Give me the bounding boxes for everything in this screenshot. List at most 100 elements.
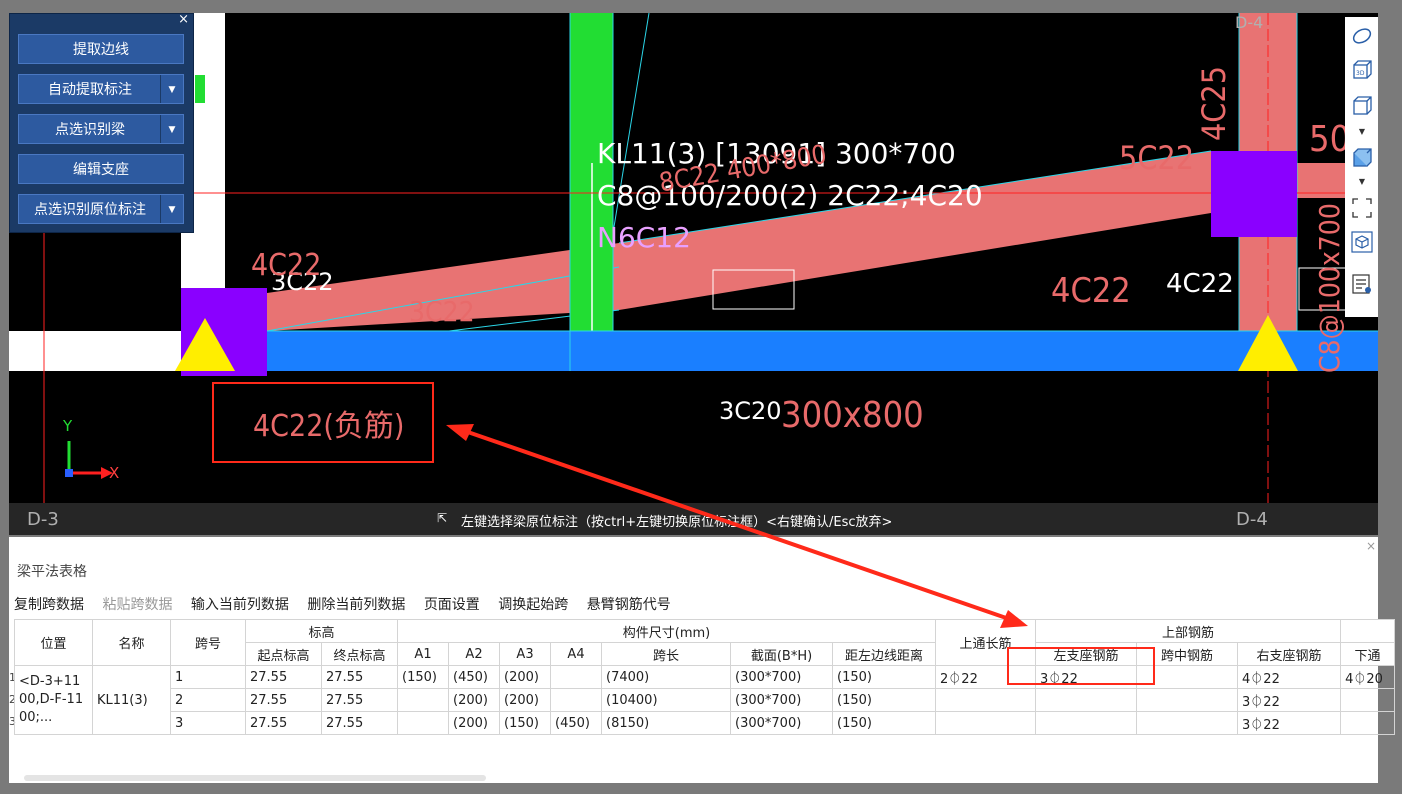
cantilever-rebar-code-button[interactable]: 悬臂钢筋代号 [587,597,671,613]
span-len-cell[interactable]: (7400) [601,665,732,689]
left-red-rebar: 4C22 [251,248,322,283]
chevron-down-icon[interactable]: ▼ [1351,121,1373,143]
extract-edge-button[interactable]: 提取边线 [18,34,184,64]
start-elev-cell[interactable]: 27.55 [245,688,322,712]
span-cell[interactable]: 3 [170,711,246,735]
fullscreen-icon[interactable] [1351,197,1373,219]
end-elev-cell[interactable]: 27.55 [320,711,399,735]
grid-label-d4-top: D-4 [1235,13,1264,32]
header-span-len: 跨长 [601,642,732,666]
cad-canvas[interactable]: KL11(3) [13091] 300*700 C8@100/200(2) 2C… [9,13,1378,535]
left-dist-cell[interactable]: (150) [832,665,937,689]
properties-icon[interactable] [1351,273,1373,295]
orbit-icon[interactable] [1351,25,1373,47]
chevron-down-icon[interactable]: ▼ [160,195,183,223]
a3-cell[interactable]: (150) [499,711,552,735]
pick-identify-beam-label: 点选识别梁 [55,122,125,138]
box-view-icon[interactable] [1351,95,1373,117]
table-row[interactable]: <D-3+1100,D-F-1100;... KL11(3) 1 27.55 2… [14,665,1396,735]
swap-start-span-button[interactable]: 调换起始跨 [498,597,568,613]
a4-cell[interactable] [550,665,603,689]
edit-support-label: 编辑支座 [73,162,129,178]
bottom-white-rebar: 3C20 [719,397,782,425]
mid-span-cell[interactable] [1136,711,1239,735]
end-elev-cell[interactable]: 27.55 [320,688,399,712]
3d-view-icon[interactable]: 3D [1351,59,1373,81]
header-name: 名称 [92,619,171,666]
highlight-rebar-label: 4C22(负筋) [253,409,405,444]
header-start-elev: 起点标高 [245,642,322,666]
chevron-down-icon[interactable]: ▼ [1351,171,1373,193]
edit-support-button[interactable]: 编辑支座 [18,154,184,184]
table-panel-title: 梁平法表格 [17,564,87,580]
start-elev-cell[interactable]: 27.55 [245,665,322,689]
horizontal-scrollbar[interactable] [24,775,486,781]
header-span-no: 跨号 [170,619,246,666]
section-cell[interactable]: (300*700) [730,711,834,735]
name-cell[interactable]: KL11(3) [92,665,171,735]
span-cell[interactable]: 2 [170,688,246,712]
a1-cell[interactable]: (150) [397,665,450,689]
position-cell[interactable]: <D-3+1100,D-F-1100;... [14,665,93,735]
solid-box-icon[interactable] [1351,147,1373,169]
input-column-data-button[interactable]: 输入当前列数据 [191,597,289,613]
span-len-cell[interactable]: (10400) [601,688,732,712]
table-row[interactable]: 3 27.55 27.55 (200) (150) (450) (8150) (… [15,711,1396,735]
a3-cell[interactable]: (200) [499,688,552,712]
table-row[interactable]: 2 27.55 27.55 (200) (200) (10400) (300*7… [15,688,1396,712]
left-dist-cell[interactable]: (150) [832,711,937,735]
chevron-down-icon[interactable]: ▼ [160,115,183,143]
pick-identify-beam-button[interactable]: 点选识别梁 ▼ [18,114,184,144]
table-panel-close[interactable]: × [1366,539,1376,553]
auto-extract-annotation-button[interactable]: 自动提取标注 ▼ [18,74,184,104]
header-elevation: 标高 [244,619,399,643]
delete-column-data-button[interactable]: 删除当前列数据 [307,597,405,613]
right-white-rebar: 4C22 [1166,269,1234,299]
start-elev-cell[interactable]: 27.55 [245,711,322,735]
header-bottom: 下通 [1340,642,1396,666]
panel-close-button[interactable]: × [178,12,189,27]
a1-cell[interactable] [397,688,450,712]
a1-cell[interactable] [397,711,450,735]
left-dist-cell[interactable]: (150) [832,688,937,712]
a3-cell[interactable]: (200) [499,665,552,689]
a2-cell[interactable]: (200) [448,711,501,735]
top-through-cell[interactable] [935,711,1037,735]
chevron-down-icon[interactable]: ▼ [160,75,183,103]
left-support-cell[interactable] [1035,711,1138,735]
section-cell[interactable]: (300*700) [730,688,834,712]
end-elev-cell[interactable]: 27.55 [320,665,399,689]
cube-select-icon[interactable] [1351,231,1373,253]
a2-cell[interactable]: (200) [448,688,501,712]
span-len-cell[interactable]: (8150) [601,711,732,735]
auto-extract-annotation-label: 自动提取标注 [48,82,132,98]
page-setup-button[interactable]: 页面设置 [424,597,480,613]
right-support-cell[interactable]: 3⏀22 [1237,711,1342,735]
bottom-cell[interactable]: 4⏀20 [1340,665,1396,689]
bottom-cell[interactable] [1340,711,1396,735]
header-a3: A3 [499,642,552,666]
left-support-cell[interactable] [1035,688,1138,712]
copy-span-data-button[interactable]: 复制跨数据 [14,597,84,613]
section-cell[interactable]: (300*700) [730,665,834,689]
pick-identify-in-situ-button[interactable]: 点选识别原位标注 ▼ [18,194,184,224]
header-a4: A4 [550,642,603,666]
span-cell[interactable]: 1 [170,665,246,689]
paste-span-data-button[interactable]: 粘贴跨数据 [102,597,172,613]
right-support-cell[interactable]: 3⏀22 [1237,688,1342,712]
cursor-hint-icon: ⇱ [437,511,448,525]
mid-span-cell[interactable] [1136,688,1239,712]
header-right-support: 右支座钢筋 [1237,642,1342,666]
a4-cell[interactable] [550,688,603,712]
bottom-cell[interactable] [1340,688,1396,712]
header-left-dist: 距左边线距离 [832,642,937,666]
grid-label-d3-bottom: D-3 [27,509,59,530]
view-toolbar: 3D ▼ ▼ [1345,17,1378,317]
a4-cell[interactable]: (450) [550,711,603,735]
top-through-cell[interactable] [935,688,1037,712]
right-support-cell[interactable]: 4⏀22 [1237,665,1342,689]
beam-data-table: 位置 名称 跨号 标高 构件尺寸(mm) 上通长筋 上部钢筋 起点标高 终点标高… [14,619,1396,735]
column-size-label: C8@100x700 [1313,203,1346,373]
a2-cell[interactable]: (450) [448,665,501,689]
status-bar: ⇱ 左键选择梁原位标注（按ctrl+左键切换原位标注框）<右键确认/Esc放弃> [9,503,1378,535]
